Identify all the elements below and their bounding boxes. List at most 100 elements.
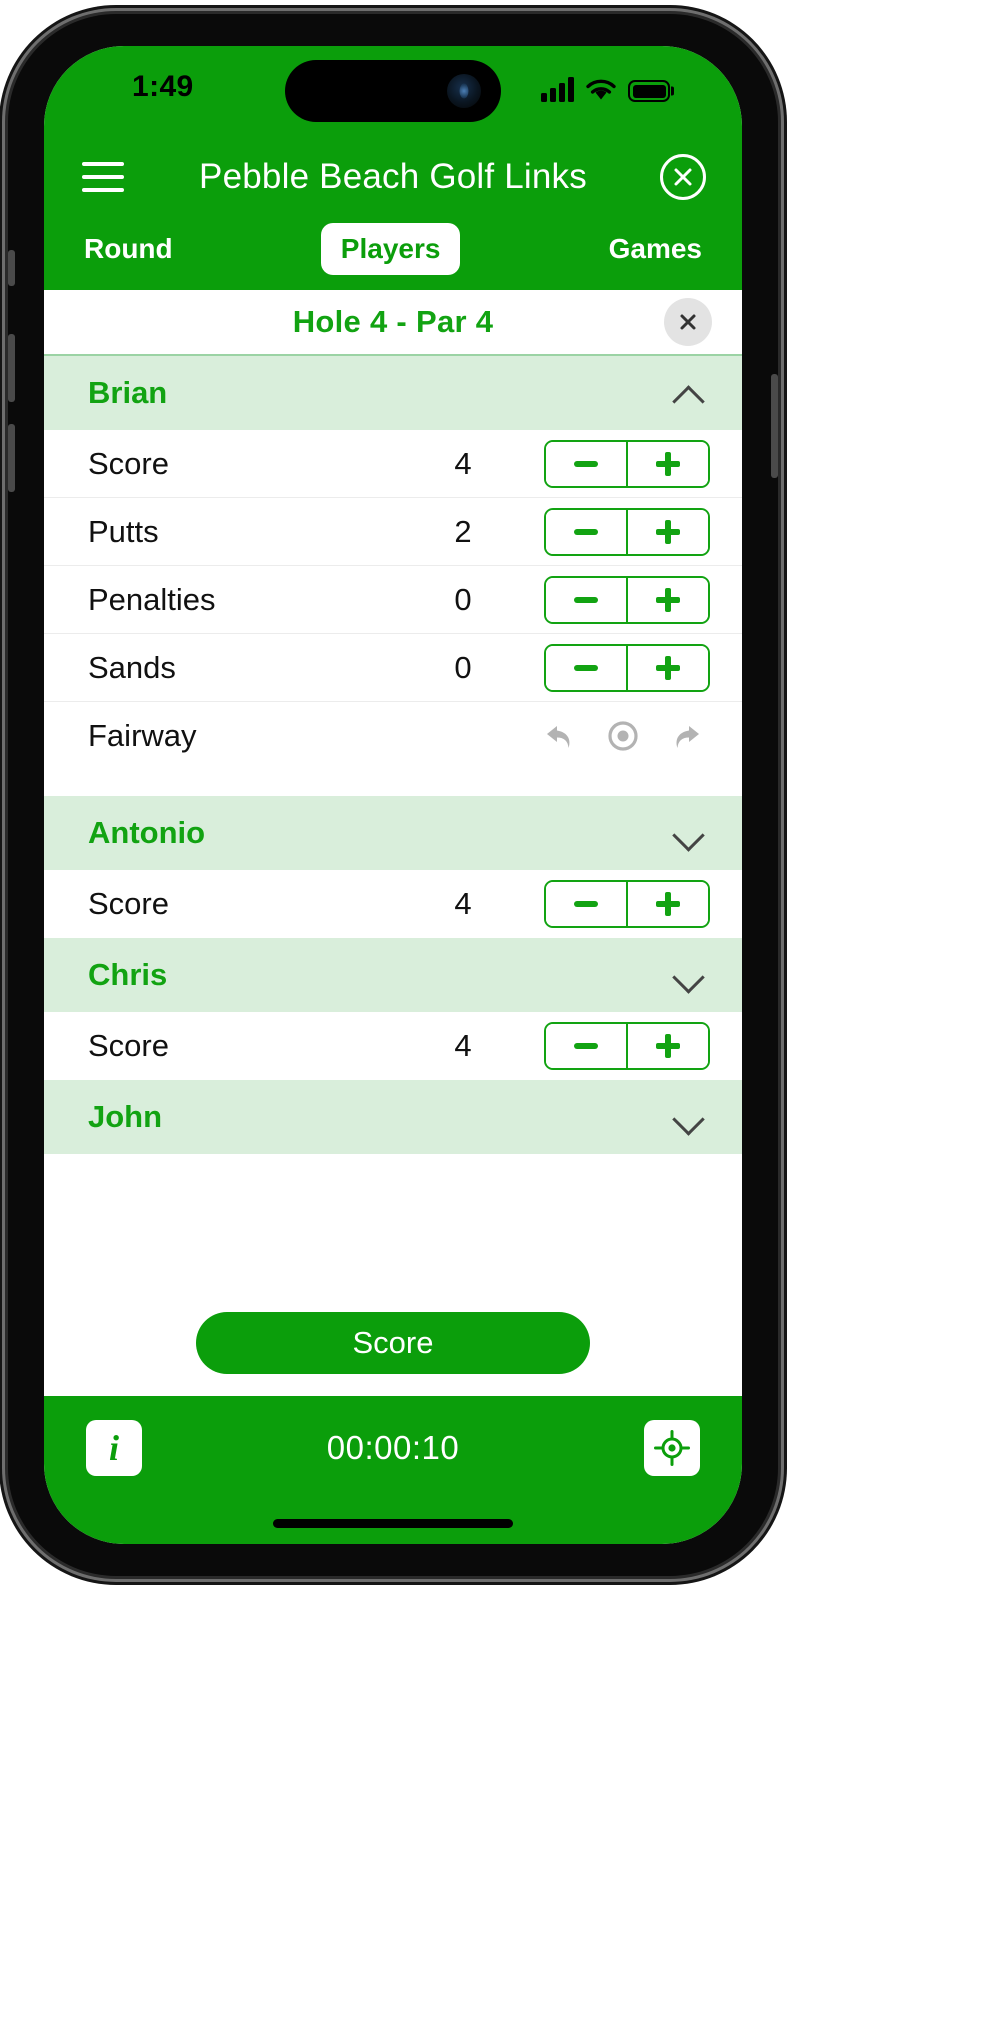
stat-label: Penalties [88, 581, 216, 617]
player-header-john[interactable]: John [44, 1080, 742, 1154]
arrow-right-miss-icon[interactable] [664, 713, 710, 759]
score-decrement-button[interactable] [546, 441, 626, 486]
section-spacer [44, 770, 742, 796]
minus-icon [573, 596, 598, 603]
power-button[interactable] [771, 374, 778, 478]
stat-value: 4 [454, 886, 472, 921]
stat-control [544, 880, 710, 928]
minus-icon [573, 664, 598, 671]
front-camera-icon [447, 74, 481, 108]
volume-down-button[interactable] [8, 424, 15, 492]
stat-label: Score [88, 1028, 169, 1063]
stat-label: Fairway [88, 718, 197, 753]
sands-increment-button[interactable] [628, 645, 708, 690]
score-button-area: Score [44, 1294, 742, 1396]
stat-value: 4 [454, 445, 472, 481]
tab-bar: Round Players Games [44, 216, 742, 290]
player-name: Antonio [88, 815, 206, 850]
stat-control [544, 507, 710, 556]
minus-icon [573, 460, 598, 467]
hamburger-menu-icon[interactable] [82, 162, 124, 192]
stat-control [544, 439, 710, 488]
stat-label: Score [88, 886, 169, 921]
chevron-up-icon[interactable] [674, 378, 704, 408]
tab-round[interactable]: Round [84, 233, 173, 265]
header-top-row: Pebble Beach Golf Links [44, 138, 742, 216]
players-list[interactable]: Brian Score 4 Putts 2 Penalties 0 Sands … [44, 356, 742, 1294]
player-name: Brian [88, 375, 168, 410]
stat-value: 2 [454, 513, 472, 549]
fairway-selector [536, 713, 710, 759]
dynamic-island [285, 60, 501, 122]
stat-label: Score [88, 445, 169, 481]
hole-par-title: Hole 4 - Par 4 [292, 304, 494, 339]
penalties-stepper [544, 575, 710, 624]
player-name: John [88, 1099, 163, 1134]
putts-stepper [544, 507, 710, 556]
minus-icon [573, 901, 598, 907]
antonio-score-decrement-button[interactable] [546, 882, 626, 926]
player-header-antonio[interactable]: Antonio [44, 796, 742, 870]
chris-score-increment-button[interactable] [628, 1024, 708, 1068]
stat-control [544, 575, 710, 624]
info-icon[interactable]: i [86, 1420, 142, 1476]
score-increment-button[interactable] [628, 441, 708, 486]
putts-decrement-button[interactable] [546, 509, 626, 554]
plus-icon [656, 451, 681, 476]
minus-icon [573, 528, 598, 535]
status-bar: 1:49 [44, 46, 742, 130]
close-circle-icon[interactable] [660, 154, 706, 200]
screenshot-stage: 1:49 Pebble Beach Golf Links Round Playe… [0, 0, 1008, 2025]
home-indicator[interactable] [273, 1519, 513, 1528]
status-time: 1:49 [132, 70, 194, 103]
mute-switch[interactable] [8, 250, 15, 286]
arrow-left-miss-icon[interactable] [536, 713, 582, 759]
chevron-down-icon[interactable] [674, 960, 704, 990]
page-title: Pebble Beach Golf Links [199, 157, 587, 196]
player-header-chris[interactable]: Chris [44, 938, 742, 1012]
stat-row-putts: Putts 2 [44, 498, 742, 566]
phone-frame: 1:49 Pebble Beach Golf Links Round Playe… [8, 14, 778, 1576]
player-header-brian[interactable]: Brian [44, 356, 742, 430]
stat-control [536, 713, 710, 759]
gps-target-icon[interactable] [644, 1420, 700, 1476]
stat-row-fairway: Fairway [44, 702, 742, 770]
stat-row-score: Score 4 [44, 430, 742, 498]
stat-control [544, 643, 710, 692]
target-hit-icon[interactable] [600, 713, 646, 759]
plus-icon [656, 587, 681, 612]
status-indicators [541, 72, 670, 102]
volume-up-button[interactable] [8, 334, 15, 402]
stat-row-score-antonio: Score 4 [44, 870, 742, 938]
tab-players[interactable]: Players [320, 223, 461, 275]
score-button[interactable]: Score [196, 1312, 590, 1374]
hole-bar: Hole 4 - Par 4 [44, 290, 742, 356]
score-stepper [544, 439, 710, 488]
hole-close-icon[interactable] [664, 298, 712, 346]
antonio-score-stepper [544, 880, 710, 928]
stat-label: Sands [88, 649, 176, 685]
chevron-down-icon[interactable] [674, 818, 704, 848]
tab-games[interactable]: Games [609, 233, 702, 265]
penalties-decrement-button[interactable] [546, 577, 626, 622]
plus-icon [656, 519, 681, 544]
cellular-signal-icon [541, 76, 574, 102]
stat-value: 0 [454, 581, 472, 617]
sands-decrement-button[interactable] [546, 645, 626, 690]
battery-icon [628, 80, 670, 102]
chevron-down-icon[interactable] [674, 1102, 704, 1132]
stat-label: Putts [88, 513, 159, 549]
chris-score-decrement-button[interactable] [546, 1024, 626, 1068]
penalties-increment-button[interactable] [628, 577, 708, 622]
antonio-score-increment-button[interactable] [628, 882, 708, 926]
app-header: Pebble Beach Golf Links Round Players Ga… [44, 130, 742, 290]
putts-increment-button[interactable] [628, 509, 708, 554]
stat-control [544, 1022, 710, 1070]
info-label: i [108, 1428, 119, 1468]
chris-score-stepper [544, 1022, 710, 1070]
round-timer: 00:00:10 [326, 1429, 460, 1466]
stat-value: 0 [454, 649, 472, 685]
plus-icon [656, 655, 681, 680]
stat-row-score-chris: Score 4 [44, 1012, 742, 1080]
home-indicator-area [44, 1500, 742, 1544]
